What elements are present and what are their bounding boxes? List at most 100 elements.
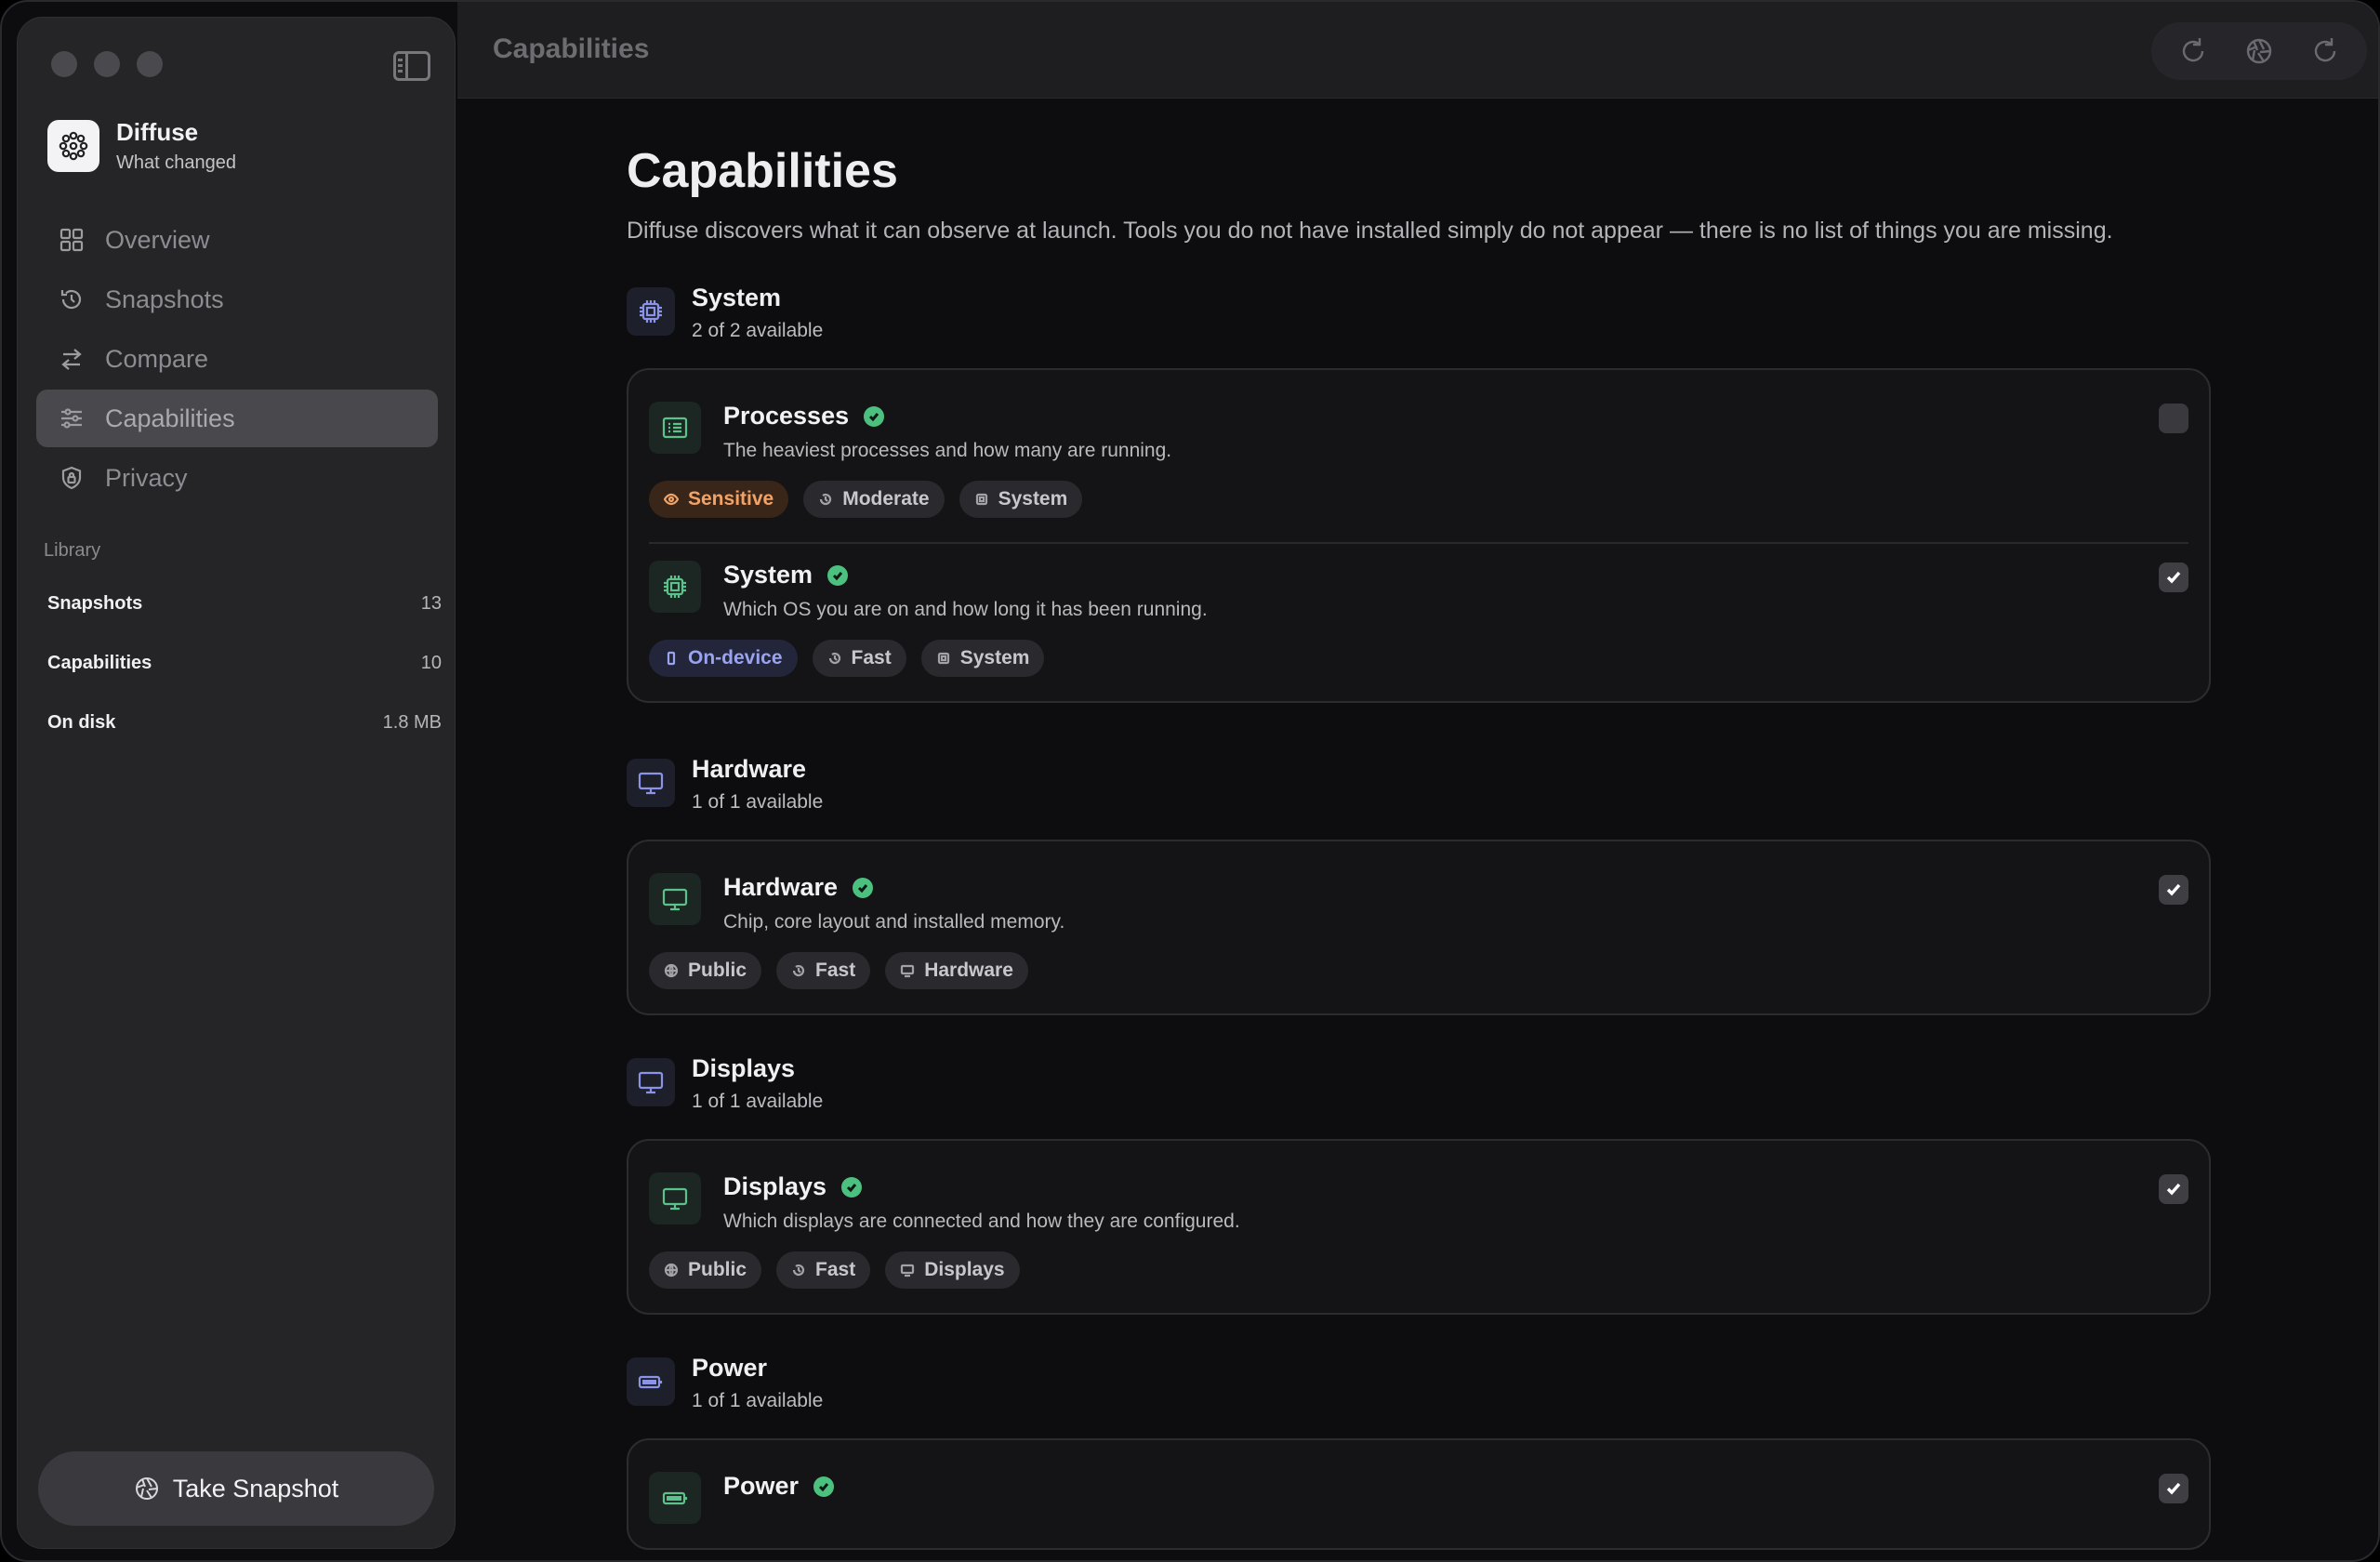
minimize-window-button[interactable]	[94, 51, 120, 77]
globe-icon	[664, 963, 679, 978]
capability-checkbox[interactable]	[2159, 1474, 2188, 1503]
app-name: Diffuse	[116, 118, 199, 146]
tag-on-device: On-device	[649, 640, 798, 677]
capability-checkbox[interactable]	[2159, 404, 2188, 433]
monitor-icon	[649, 873, 701, 925]
library-row-capabilities[interactable]: Capabilities 10	[47, 633, 442, 693]
tag-label: Moderate	[842, 488, 930, 510]
checkmark-icon	[2166, 883, 2181, 896]
tag-speed: Moderate	[803, 481, 945, 518]
globe-icon	[664, 1263, 679, 1277]
capability-description: Chip, core layout and installed memory.	[723, 911, 1065, 933]
section-count: 2 of 2 available	[692, 320, 824, 341]
tag-list: Public Fast Displays	[649, 1251, 2188, 1289]
capability-title: System	[723, 561, 813, 589]
eye-icon	[664, 493, 679, 506]
grid-icon	[60, 228, 84, 252]
sidebar-item-label: Privacy	[105, 463, 188, 492]
capability-item-processes: Processes The heaviest processes and how…	[649, 370, 2188, 542]
tag-label: Displays	[924, 1259, 1005, 1280]
capability-title: Hardware	[723, 873, 839, 901]
tag-speed: Fast	[776, 952, 871, 989]
tag-label: Public	[688, 1259, 747, 1280]
tag-public: Public	[649, 1251, 762, 1289]
section-title: System	[692, 284, 782, 311]
monitor-icon	[627, 759, 675, 807]
library-row-value: 13	[420, 592, 442, 614]
close-window-button[interactable]	[51, 51, 77, 77]
aperture-icon[interactable]	[2243, 35, 2275, 67]
aperture-icon	[135, 1477, 158, 1500]
capability-title: Power	[723, 1472, 800, 1500]
section-system: System 2 of 2 available Processes The he…	[627, 284, 2211, 703]
tag-label: Fast	[815, 960, 856, 981]
section-count: 1 of 1 available	[692, 1390, 824, 1411]
tag-sensitive: Sensitive	[649, 481, 789, 518]
tag-category: Hardware	[885, 952, 1028, 989]
sidebar-item-capabilities[interactable]: Capabilities	[36, 390, 438, 447]
sidebar-toggle-icon[interactable]	[393, 51, 430, 81]
toolbar-actions	[2151, 22, 2367, 80]
tag-list: Public Fast Hardware	[649, 952, 2188, 989]
capability-checkbox[interactable]	[2159, 875, 2188, 905]
section-power: Power 1 of 1 available Power	[627, 1354, 2211, 1550]
chip-icon	[937, 652, 949, 665]
battery-icon	[627, 1357, 675, 1406]
available-check-icon	[827, 564, 849, 586]
monitor-icon	[627, 1058, 675, 1106]
available-check-icon	[853, 877, 874, 898]
take-snapshot-label: Take Snapshot	[172, 1474, 339, 1502]
section-title: Displays	[692, 1054, 796, 1082]
sidebar-item-snapshots[interactable]: Snapshots	[36, 271, 438, 328]
sidebar: Diffuse What changed Overview Snapshots …	[17, 17, 456, 1549]
sidebar-item-label: Compare	[105, 344, 209, 373]
take-snapshot-button[interactable]: Take Snapshot	[38, 1451, 434, 1526]
sliders-icon	[61, 408, 82, 429]
library-list: Snapshots 13 Capabilities 10 On disk 1.8…	[47, 574, 442, 752]
capability-card: Processes The heaviest processes and how…	[627, 368, 2211, 703]
capability-card: Hardware Chip, core layout and installed…	[627, 840, 2211, 1015]
tag-list: On-device Fast System	[649, 640, 2188, 677]
tag-label: Hardware	[924, 960, 1013, 981]
app-window: Diffuse What changed Overview Snapshots …	[0, 0, 2380, 1562]
section-displays: Displays 1 of 1 available Displays Which…	[627, 1054, 2211, 1315]
capability-checkbox[interactable]	[2159, 1174, 2188, 1204]
tag-category: System	[920, 640, 1045, 677]
history-icon	[60, 289, 82, 310]
section-title: Power	[692, 1354, 768, 1382]
tag-label: Fast	[815, 1259, 856, 1280]
sidebar-item-label: Overview	[105, 225, 210, 254]
capability-item-power: Power	[649, 1440, 2188, 1548]
capability-card: Power	[627, 1438, 2211, 1550]
tag-category: Displays	[885, 1251, 1020, 1289]
sidebar-nav: Overview Snapshots Compare Capabilities …	[36, 211, 438, 509]
sidebar-item-label: Capabilities	[105, 404, 235, 432]
capability-checkbox[interactable]	[2159, 563, 2188, 592]
app-subtitle: What changed	[116, 152, 236, 173]
library-row-snapshots[interactable]: Snapshots 13	[47, 574, 442, 633]
checkmark-icon	[2166, 1183, 2181, 1196]
library-row-label: Capabilities	[47, 652, 152, 673]
main-content: Capabilities Diffuse discovers what it c…	[627, 99, 2211, 1560]
timer-icon	[792, 1264, 805, 1277]
section-count: 1 of 1 available	[692, 1091, 824, 1112]
library-row-on-disk[interactable]: On disk 1.8 MB	[47, 693, 442, 752]
sidebar-item-compare[interactable]: Compare	[36, 330, 438, 388]
sidebar-item-overview[interactable]: Overview	[36, 211, 438, 269]
shield-icon	[61, 466, 82, 490]
refresh-icon[interactable]	[2177, 35, 2209, 67]
library-heading: Library	[44, 540, 101, 561]
arrows-icon	[61, 349, 82, 370]
tag-speed: Fast	[776, 1251, 871, 1289]
sidebar-item-privacy[interactable]: Privacy	[36, 449, 438, 507]
phone-icon	[667, 651, 676, 666]
zoom-window-button[interactable]	[137, 51, 163, 77]
window-title: Capabilities	[493, 33, 650, 64]
chip-icon	[975, 493, 987, 506]
capability-title: Displays	[723, 1172, 827, 1200]
capability-title: Processes	[723, 402, 850, 430]
app-logo-icon	[47, 120, 99, 172]
page-title: Capabilities	[627, 144, 898, 198]
available-check-icon	[841, 1176, 863, 1198]
redo-icon[interactable]	[2309, 35, 2341, 67]
